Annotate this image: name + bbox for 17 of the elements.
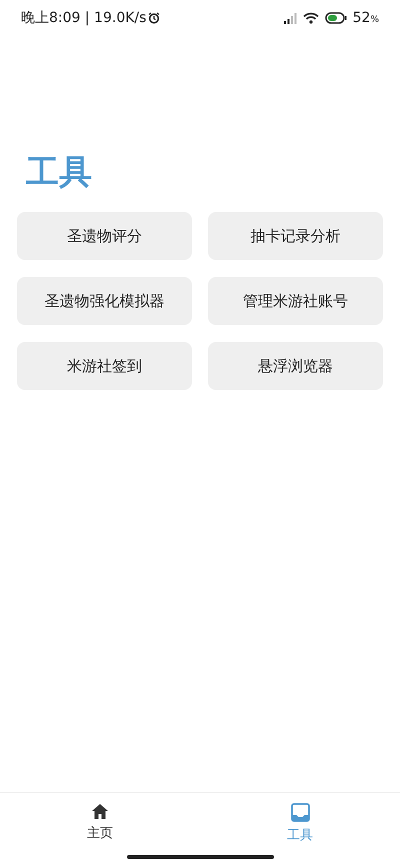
signal-icon (282, 12, 297, 24)
status-time: 晚上8:09 | 19.0K/s (21, 8, 146, 28)
tool-button[interactable]: 圣遗物评分 (17, 212, 192, 260)
battery-icon (324, 12, 347, 24)
page-title: 工具 (25, 152, 93, 192)
tool-button[interactable]: 圣遗物强化模拟器 (17, 277, 192, 325)
tool-button[interactable]: 米游社签到 (17, 342, 192, 390)
battery-level: 52 (352, 8, 370, 28)
home-icon (91, 803, 109, 820)
tool-button[interactable]: 悬浮浏览器 (208, 342, 383, 390)
tool-button[interactable]: 抽卡记录分析 (208, 212, 383, 260)
alarm-icon (148, 12, 160, 24)
percent-sign: % (370, 14, 379, 26)
wifi-icon (302, 12, 319, 24)
tray-icon (290, 803, 310, 822)
tool-button[interactable]: 管理米游社账号 (208, 277, 383, 325)
nav-tab[interactable]: 主页 (0, 803, 200, 866)
